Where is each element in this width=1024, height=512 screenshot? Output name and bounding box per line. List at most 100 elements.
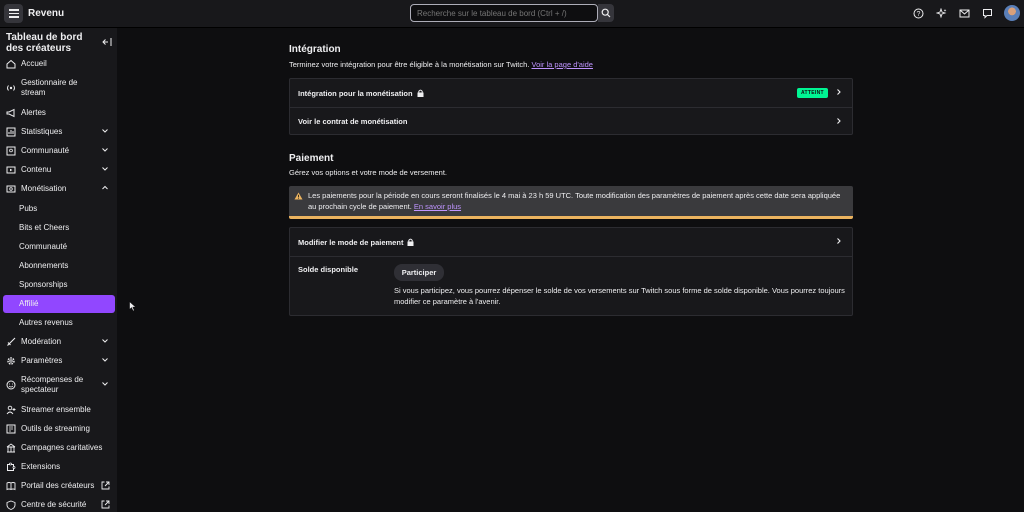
sidebar-item-extensions[interactable]: Extensions	[0, 462, 117, 472]
payment-desc: Gérez vos options et votre mode de verse…	[289, 168, 447, 177]
sidebar-item-label: Campagnes caritatives	[21, 443, 103, 452]
sidebar-item-label: Gestionnaire de stream	[21, 78, 78, 97]
collapse-sidebar-icon[interactable]	[102, 37, 112, 49]
sidebar-item-bits-cheers[interactable]: Bits et Cheers	[0, 223, 117, 233]
row-label-text: Intégration pour la monétisation	[298, 88, 413, 98]
sidebar-item-label: Pubs	[19, 204, 38, 213]
chevron-down-icon	[101, 146, 109, 156]
sidebar-item-label: Paramètres	[21, 356, 63, 365]
sidebar-item-label: Communauté	[21, 146, 70, 155]
sidebar-item-label: Statistiques	[21, 127, 63, 136]
broadcast-icon	[6, 83, 16, 93]
tools-icon	[6, 424, 16, 434]
sidebar-item-outils[interactable]: Outils de streaming	[0, 424, 117, 434]
svg-text:?: ?	[916, 11, 920, 18]
sidebar-item-moderation[interactable]: Modération	[0, 337, 117, 347]
help-page-link[interactable]: Voir la page d'aide	[532, 60, 593, 69]
monetization-onboarding-label: Intégration pour la monétisation	[298, 89, 424, 98]
alert-text: Les paiements pour la période en cours s…	[308, 191, 848, 212]
row-label-text: Modifier le mode de paiement	[298, 237, 404, 247]
sidebar-item-label: Alertes	[21, 108, 46, 117]
balance-description: Si vous participez, vous pourrez dépense…	[394, 286, 845, 306]
external-link-icon	[101, 500, 110, 511]
sidebar-item-autres-revenus[interactable]: Autres revenus	[0, 318, 117, 328]
sidebar-item-affilie[interactable]: Affilié	[3, 295, 115, 313]
sidebar-item-contenu[interactable]: Contenu	[0, 165, 117, 175]
avatar[interactable]	[1004, 5, 1020, 21]
alert-message: Les paiements pour la période en cours s…	[308, 191, 841, 211]
sidebar-item-label: Portail des créateurs	[21, 481, 95, 490]
inbox-icon[interactable]	[956, 5, 972, 21]
external-link-icon	[101, 481, 110, 492]
integration-card: Intégration pour la monétisation ATTEINT…	[289, 78, 853, 135]
lock-icon	[417, 89, 424, 97]
available-balance-label: Solde disponible	[298, 265, 359, 274]
sidebar-item-stream-manager[interactable]: Gestionnaire de stream	[0, 78, 117, 98]
sidebar-item-parametres[interactable]: Paramètres	[0, 356, 117, 366]
payment-title: Paiement	[289, 153, 334, 164]
monetization-contract-label: Voir le contrat de monétisation	[298, 117, 408, 126]
search-icon	[601, 8, 611, 18]
lock-icon	[407, 238, 414, 246]
integration-desc: Terminez votre intégration pour être éli…	[289, 60, 593, 69]
sidebar-item-label: Sponsorships	[19, 280, 68, 289]
whispers-icon[interactable]	[979, 5, 995, 21]
chart-icon	[6, 127, 16, 137]
sidebar-item-label: Abonnements	[19, 261, 69, 270]
shield-icon	[6, 500, 16, 510]
add-person-icon	[6, 405, 16, 415]
payment-method-row[interactable]: Modifier le mode de paiement	[290, 228, 852, 256]
money-icon	[6, 184, 16, 194]
sidebar-item-alertes[interactable]: Alertes	[0, 108, 117, 118]
reward-icon	[6, 380, 16, 390]
sidebar-item-label: Communauté	[19, 242, 68, 251]
payment-alert: Les paiements pour la période en cours s…	[289, 186, 853, 219]
chevron-down-icon	[101, 356, 109, 366]
search-button[interactable]	[598, 4, 614, 22]
sidebar-item-centre-securite[interactable]: Centre de sécurité	[0, 500, 117, 510]
sidebar-title: Tableau de bord des créateurs	[6, 32, 83, 54]
book-icon	[6, 481, 16, 491]
sidebar-item-communaute[interactable]: Communauté	[0, 146, 117, 156]
sidebar-item-sponsorships[interactable]: Sponsorships	[0, 280, 117, 290]
sidebar-item-portail[interactable]: Portail des créateurs	[0, 481, 117, 491]
gear-icon	[6, 356, 16, 366]
integration-desc-text: Terminez votre intégration pour être éli…	[289, 60, 530, 69]
sparkles-icon[interactable]	[933, 5, 949, 21]
sidebar-item-streamer-ensemble[interactable]: Streamer ensemble	[0, 405, 117, 415]
divider	[290, 256, 852, 257]
sidebar-item-label: Streamer ensemble	[21, 405, 91, 414]
community-icon	[6, 146, 16, 156]
monetization-onboarding-row[interactable]: Intégration pour la monétisation ATTEINT	[290, 79, 852, 107]
search-input[interactable]	[410, 4, 598, 22]
sidebar-item-communaute-sub[interactable]: Communauté	[0, 242, 117, 252]
chevron-down-icon	[101, 127, 109, 137]
sidebar-item-label: Modération	[21, 337, 62, 346]
help-icon[interactable]: ?	[910, 5, 926, 21]
menu-icon[interactable]	[4, 4, 23, 23]
sidebar-item-label: Récompenses de spectateur	[21, 375, 84, 394]
chevron-right-icon	[835, 237, 843, 247]
participate-button[interactable]: Participer	[394, 264, 444, 281]
sword-icon	[6, 337, 16, 347]
chevron-down-icon	[101, 380, 109, 390]
home-icon	[6, 59, 16, 69]
sidebar-item-label: Outils de streaming	[21, 424, 90, 433]
charity-icon	[6, 443, 16, 453]
sidebar-item-campagnes[interactable]: Campagnes caritatives	[0, 443, 117, 453]
chevron-right-icon	[835, 88, 843, 98]
sidebar-item-statistiques[interactable]: Statistiques	[0, 127, 117, 137]
sidebar-item-label: Affilié	[19, 299, 39, 308]
sidebar-item-abonnements[interactable]: Abonnements	[0, 261, 117, 271]
sidebar-item-label: Accueil	[21, 59, 47, 68]
sidebar-item-label: Centre de sécurité	[21, 500, 87, 509]
sidebar-item-recompenses[interactable]: Récompenses de spectateur	[0, 375, 117, 395]
monetization-contract-row[interactable]: Voir le contrat de monétisation	[290, 108, 852, 135]
chevron-down-icon	[101, 165, 109, 175]
status-badge: ATTEINT	[797, 88, 828, 98]
sidebar-item-monetisation[interactable]: Monétisation	[0, 184, 117, 194]
learn-more-link[interactable]: En savoir plus	[414, 202, 461, 211]
sidebar-item-pubs[interactable]: Pubs	[0, 204, 117, 214]
chevron-up-icon	[101, 184, 109, 194]
sidebar-item-accueil[interactable]: Accueil	[0, 59, 117, 69]
